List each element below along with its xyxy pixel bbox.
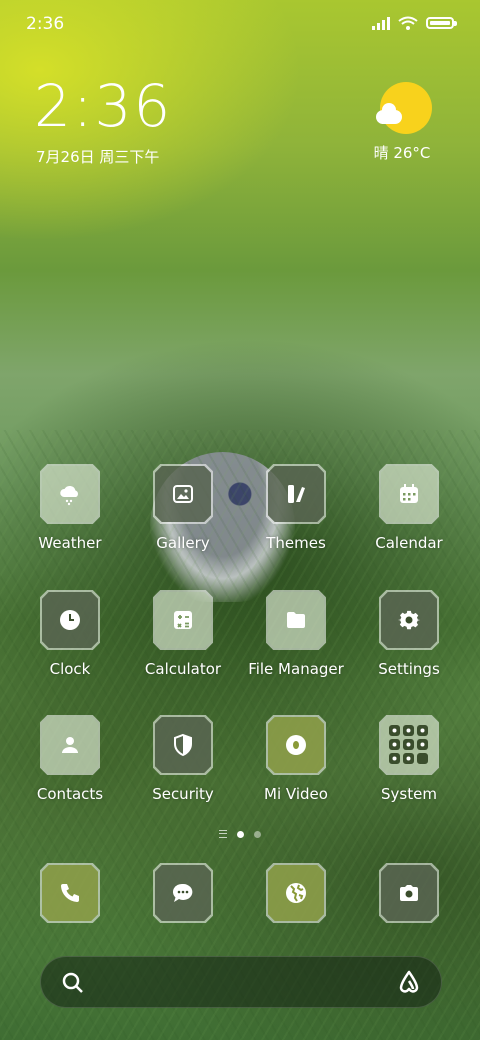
- clock-app-tile: [40, 590, 100, 650]
- video-icon: [286, 735, 306, 755]
- image-icon: [173, 485, 193, 503]
- app-gallery[interactable]: Gallery: [133, 464, 233, 552]
- status-icons: [372, 16, 457, 30]
- messages-app-tile: [153, 863, 213, 923]
- app-system-folder[interactable]: System: [359, 715, 459, 803]
- app-label: System: [381, 785, 437, 803]
- globe-icon: [286, 883, 306, 903]
- file-manager-app-tile: [266, 590, 326, 650]
- calendar-icon: [400, 484, 418, 503]
- clock-widget-date[interactable]: 7月26日 周三下午: [36, 146, 159, 167]
- page-dot-active[interactable]: [237, 830, 244, 838]
- weather-widget-text: 晴 26°C: [373, 144, 431, 162]
- app-label: Weather: [38, 534, 102, 552]
- app-label: Clock: [49, 660, 91, 678]
- status-bar: 2:36: [0, 0, 480, 50]
- app-drawer-indicator-icon[interactable]: [219, 830, 227, 838]
- app-settings[interactable]: Settings: [359, 590, 459, 678]
- app-label: Calculator: [144, 660, 222, 678]
- app-label: File Manager: [248, 660, 344, 678]
- chat-icon: [172, 883, 193, 902]
- sun-cloud-icon: [376, 82, 432, 134]
- system-folder-tile: [379, 715, 439, 775]
- clock-icon: [60, 610, 80, 630]
- search-icon[interactable]: [61, 971, 85, 995]
- weather-app-tile: [40, 464, 100, 524]
- app-label: Calendar: [375, 534, 443, 552]
- status-time: 2:36: [26, 14, 65, 34]
- folder-grid-icon: [389, 725, 428, 764]
- shield-icon: [174, 733, 192, 757]
- person-icon: [62, 737, 78, 753]
- app-contacts[interactable]: Contacts: [20, 715, 120, 803]
- gear-icon: [398, 610, 421, 630]
- page-dot[interactable]: [254, 830, 261, 838]
- app-calendar[interactable]: Calendar: [359, 464, 459, 552]
- browser-app-tile: [266, 863, 326, 923]
- mi-video-app-tile: [266, 715, 326, 775]
- themes-app-tile: [266, 464, 326, 524]
- app-label: Security: [152, 785, 214, 803]
- app-security[interactable]: Security: [133, 715, 233, 803]
- app-label: Gallery: [156, 534, 210, 552]
- app-label: Settings: [378, 660, 440, 678]
- camera-icon: [400, 885, 418, 901]
- app-label: Mi Video: [264, 785, 328, 803]
- app-label: Contacts: [36, 785, 104, 803]
- app-mi-video[interactable]: Mi Video: [246, 715, 346, 803]
- app-weather[interactable]: Weather: [20, 464, 120, 552]
- app-clock[interactable]: Clock: [20, 590, 120, 678]
- dock-browser[interactable]: [246, 863, 346, 923]
- dock-camera[interactable]: [359, 863, 459, 923]
- calculator-icon: [174, 611, 192, 629]
- dock-phone[interactable]: [20, 863, 120, 923]
- app-label: Themes: [266, 534, 326, 552]
- phone-icon: [61, 884, 79, 902]
- cloud-rain-icon: [60, 486, 78, 506]
- settings-app-tile: [379, 590, 439, 650]
- camera-app-tile: [379, 863, 439, 923]
- page-indicator[interactable]: [0, 830, 480, 838]
- app-themes[interactable]: Themes: [246, 464, 346, 552]
- gallery-app-tile: [153, 464, 213, 524]
- security-app-tile: [153, 715, 213, 775]
- brush-icon: [288, 485, 305, 503]
- phone-app-tile: [40, 863, 100, 923]
- signal-icon: [372, 16, 390, 30]
- folder-icon: [287, 612, 305, 628]
- app-calculator[interactable]: Calculator: [133, 590, 233, 678]
- dock-messages[interactable]: [133, 863, 233, 923]
- assistant-icon[interactable]: [395, 969, 423, 997]
- contacts-app-tile: [40, 715, 100, 775]
- wifi-icon: [398, 16, 418, 30]
- weather-widget[interactable]: 晴 26°C: [360, 82, 444, 163]
- calculator-app-tile: [153, 590, 213, 650]
- calendar-app-tile: [379, 464, 439, 524]
- battery-icon: [426, 17, 457, 29]
- app-file-manager[interactable]: File Manager: [246, 590, 346, 678]
- clock-widget-time[interactable]: 2:36: [34, 72, 172, 140]
- search-bar[interactable]: [40, 956, 442, 1008]
